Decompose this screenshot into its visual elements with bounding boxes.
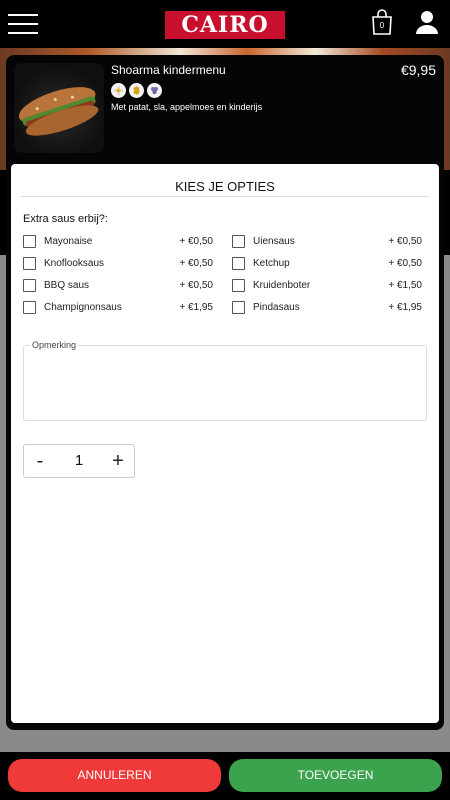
option-knoflooksaus[interactable]: Knoflooksaus + €0,50 bbox=[23, 256, 213, 272]
option-label: Pindasaus bbox=[253, 302, 300, 313]
remark-label: Opmerking bbox=[30, 340, 79, 350]
option-price: + €1,95 bbox=[388, 302, 422, 313]
grapes-icon bbox=[147, 83, 162, 98]
option-label: BBQ saus bbox=[44, 280, 90, 291]
product-image bbox=[14, 63, 104, 153]
option-label: Ketchup bbox=[253, 258, 290, 269]
option-price: + €0,50 bbox=[179, 258, 213, 269]
product-price: €9,95 bbox=[400, 62, 436, 78]
options-title: KIES JE OPTIES bbox=[21, 179, 429, 197]
decrease-quantity-button[interactable]: - bbox=[24, 445, 56, 477]
option-price: + €1,95 bbox=[179, 302, 213, 313]
cart-button[interactable]: 0 bbox=[369, 8, 395, 36]
option-mayonaise[interactable]: Mayonaise + €0,50 bbox=[23, 234, 213, 250]
checkbox[interactable] bbox=[23, 257, 36, 270]
sandwich-icon bbox=[18, 87, 99, 136]
checkbox[interactable] bbox=[232, 257, 245, 270]
checkbox[interactable] bbox=[23, 279, 36, 292]
allergen-badges bbox=[111, 83, 162, 98]
option-label: Kruidenboter bbox=[253, 280, 311, 291]
remark-field[interactable]: Opmerking bbox=[23, 340, 427, 421]
option-price: + €0,50 bbox=[179, 280, 213, 291]
footer-bar: ANNULEREN TOEVOEGEN bbox=[0, 752, 450, 800]
sauce-section-label: Extra saus erbij?: bbox=[23, 213, 108, 225]
flower-icon bbox=[111, 83, 126, 98]
account-button[interactable] bbox=[414, 8, 440, 36]
increase-quantity-button[interactable]: + bbox=[102, 445, 134, 477]
checkbox[interactable] bbox=[23, 235, 36, 248]
menu-icon[interactable] bbox=[8, 14, 38, 34]
add-to-cart-button[interactable]: TOEVOEGEN bbox=[229, 759, 442, 792]
quantity-stepper: - 1 + bbox=[23, 444, 135, 478]
option-ketchup[interactable]: Ketchup + €0,50 bbox=[232, 256, 422, 272]
option-label: Champignonsaus bbox=[44, 302, 122, 313]
cart-count: 0 bbox=[379, 21, 385, 30]
user-icon bbox=[416, 11, 438, 34]
checkbox[interactable] bbox=[232, 235, 245, 248]
checkbox[interactable] bbox=[232, 279, 245, 292]
option-price: + €0,50 bbox=[388, 236, 422, 247]
option-price: + €0,50 bbox=[179, 236, 213, 247]
product-name: Shoarma kindermenu bbox=[111, 63, 226, 77]
checkbox[interactable] bbox=[23, 301, 36, 314]
cancel-button[interactable]: ANNULEREN bbox=[8, 759, 221, 792]
option-uiensaus[interactable]: Uiensaus + €0,50 bbox=[232, 234, 422, 250]
quantity-value[interactable]: 1 bbox=[56, 445, 102, 477]
option-price: + €1,50 bbox=[388, 280, 422, 291]
checkbox[interactable] bbox=[232, 301, 245, 314]
options-panel: KIES JE OPTIES Extra saus erbij?: Mayona… bbox=[11, 164, 439, 723]
option-champignonsaus[interactable]: Champignonsaus + €1,95 bbox=[23, 300, 213, 316]
option-pindasaus[interactable]: Pindasaus + €1,95 bbox=[232, 300, 422, 316]
option-price: + €0,50 bbox=[388, 258, 422, 269]
wheat-icon bbox=[129, 83, 144, 98]
option-label: Mayonaise bbox=[44, 236, 93, 247]
option-label: Knoflooksaus bbox=[44, 258, 105, 269]
logo[interactable]: CAIRO bbox=[165, 11, 285, 39]
option-kruidenboter[interactable]: Kruidenboter + €1,50 bbox=[232, 278, 422, 294]
option-bbq-saus[interactable]: BBQ saus + €0,50 bbox=[23, 278, 213, 294]
top-bar: CAIRO 0 bbox=[0, 0, 450, 48]
product-modal: Shoarma kindermenu €9,95 Met patat, sla,… bbox=[6, 55, 444, 730]
product-description: Met patat, sla, appelmoes en kinderijs bbox=[111, 102, 263, 112]
option-label: Uiensaus bbox=[253, 236, 295, 247]
